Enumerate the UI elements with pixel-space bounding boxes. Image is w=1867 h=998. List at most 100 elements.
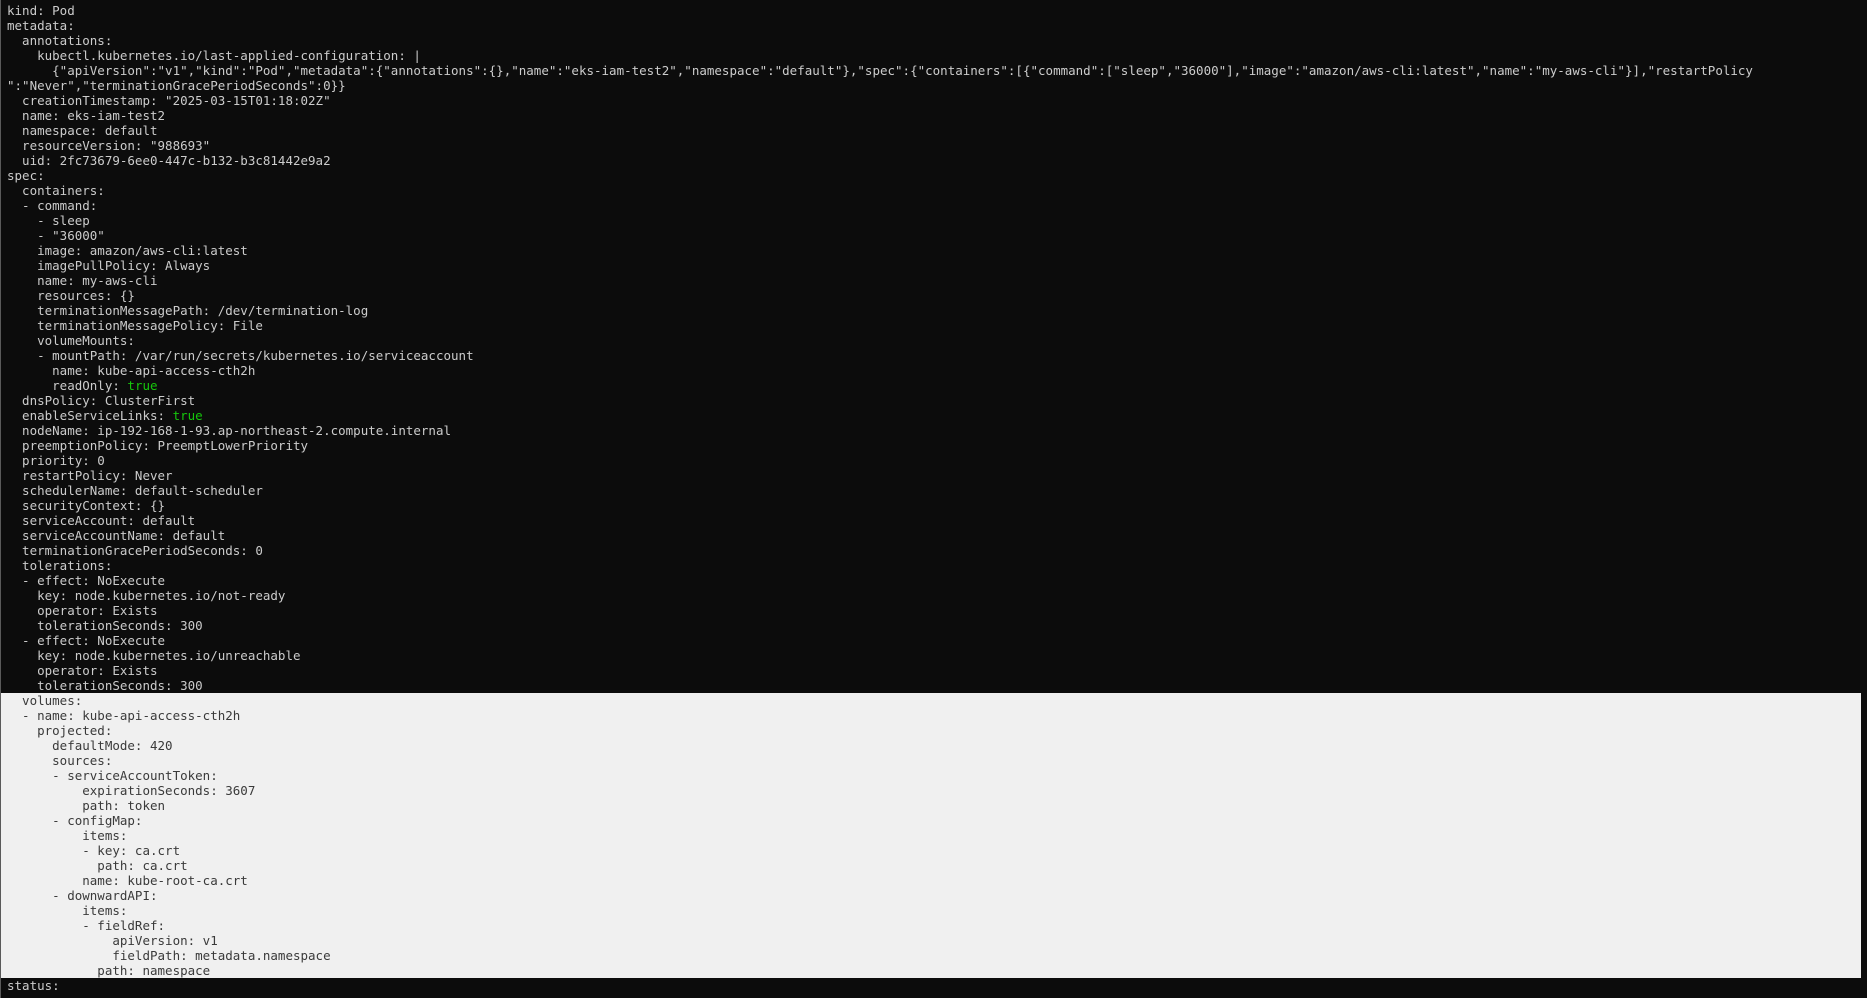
- line-text: fieldPath: metadata.namespace: [7, 948, 331, 963]
- terminal-line-selected: items:: [1, 903, 1861, 918]
- line-text: name: kube-api-access-cth2h: [7, 363, 256, 378]
- terminal-line-selected: - name: kube-api-access-cth2h: [1, 708, 1861, 723]
- terminal-line-selected: sources:: [1, 753, 1861, 768]
- line-text: serviceAccountName: default: [7, 528, 226, 543]
- terminal-line-selected: - downwardAPI:: [1, 888, 1861, 903]
- line-text: spec:: [7, 168, 45, 183]
- line-text: - fieldRef:: [7, 918, 166, 933]
- line-text: metadata:: [7, 18, 75, 33]
- line-text: name: kube-root-ca.crt: [7, 873, 248, 888]
- terminal-line: volumeMounts:: [1, 333, 1867, 348]
- terminal-line: name: kube-api-access-cth2h: [1, 363, 1867, 378]
- line-text: - command:: [7, 198, 98, 213]
- line-text: priority: 0: [7, 453, 105, 468]
- terminal-line: - command:: [1, 198, 1867, 213]
- terminal-line: image: amazon/aws-cli:latest: [1, 243, 1867, 258]
- terminal-line-selected: path: ca.crt: [1, 858, 1861, 873]
- terminal-line: - effect: NoExecute: [1, 573, 1867, 588]
- terminal-output[interactable]: kind: Pod metadata: annotations: kubectl.…: [1, 3, 1867, 993]
- line-text: tolerations:: [7, 558, 113, 573]
- line-text: - configMap:: [7, 813, 143, 828]
- line-text: enableServiceLinks:: [7, 408, 173, 423]
- line-text: volumes:: [7, 693, 83, 708]
- line-text: - name: kube-api-access-cth2h: [7, 708, 241, 723]
- terminal-line: - effect: NoExecute: [1, 633, 1867, 648]
- terminal-line: enableServiceLinks: true: [1, 408, 1867, 423]
- line-text: resourceVersion: "988693": [7, 138, 211, 153]
- line-text: ":"Never","terminationGracePeriodSeconds…: [7, 78, 346, 93]
- terminal-line: kind: Pod: [1, 3, 1867, 18]
- line-text: terminationGracePeriodSeconds: 0: [7, 543, 263, 558]
- line-text: namespace: default: [7, 123, 158, 138]
- terminal-line: dnsPolicy: ClusterFirst: [1, 393, 1867, 408]
- boolean-value: true: [172, 408, 203, 423]
- line-text: defaultMode: 420: [7, 738, 173, 753]
- terminal-line-selected: projected:: [1, 723, 1861, 738]
- line-text: - "36000": [7, 228, 105, 243]
- terminal-line: resourceVersion: "988693": [1, 138, 1867, 153]
- line-text: image: amazon/aws-cli:latest: [7, 243, 248, 258]
- line-text: schedulerName: default-scheduler: [7, 483, 263, 498]
- terminal-line: serviceAccount: default: [1, 513, 1867, 528]
- terminal-line: terminationGracePeriodSeconds: 0: [1, 543, 1867, 558]
- terminal-line: serviceAccountName: default: [1, 528, 1867, 543]
- line-text: containers:: [7, 183, 105, 198]
- terminal-line: kubectl.kubernetes.io/last-applied-confi…: [1, 48, 1867, 63]
- terminal-line: namespace: default: [1, 123, 1867, 138]
- terminal-line: metadata:: [1, 18, 1867, 33]
- line-text: dnsPolicy: ClusterFirst: [7, 393, 196, 408]
- line-text: items:: [7, 903, 128, 918]
- terminal-line: containers:: [1, 183, 1867, 198]
- line-text: operator: Exists: [7, 663, 158, 678]
- terminal-line: operator: Exists: [1, 603, 1867, 618]
- line-text: - mountPath: /var/run/secrets/kubernetes…: [7, 348, 474, 363]
- line-text: items:: [7, 828, 128, 843]
- terminal-line: securityContext: {}: [1, 498, 1867, 513]
- terminal-line: schedulerName: default-scheduler: [1, 483, 1867, 498]
- terminal-line: tolerationSeconds: 300: [1, 678, 1867, 693]
- terminal-line-selected: path: token: [1, 798, 1861, 813]
- terminal-line-selected: defaultMode: 420: [1, 738, 1861, 753]
- line-text: tolerationSeconds: 300: [7, 678, 203, 693]
- terminal-line-selected: apiVersion: v1: [1, 933, 1861, 948]
- terminal-line: operator: Exists: [1, 663, 1867, 678]
- terminal-line: resources: {}: [1, 288, 1867, 303]
- terminal-window[interactable]: kind: Pod metadata: annotations: kubectl.…: [0, 0, 1867, 998]
- line-text: - serviceAccountToken:: [7, 768, 218, 783]
- line-text: creationTimestamp: "2025-03-15T01:18:02Z…: [7, 93, 331, 108]
- line-text: readOnly:: [7, 378, 128, 393]
- line-text: - key: ca.crt: [7, 843, 181, 858]
- line-text: terminationMessagePolicy: File: [7, 318, 263, 333]
- terminal-line-selected: items:: [1, 828, 1861, 843]
- line-text: operator: Exists: [7, 603, 158, 618]
- terminal-line: tolerations:: [1, 558, 1867, 573]
- terminal-line: key: node.kubernetes.io/unreachable: [1, 648, 1867, 663]
- terminal-line: name: my-aws-cli: [1, 273, 1867, 288]
- line-text: resources: {}: [7, 288, 135, 303]
- terminal-line: - mountPath: /var/run/secrets/kubernetes…: [1, 348, 1867, 363]
- line-text: expirationSeconds: 3607: [7, 783, 256, 798]
- line-text: key: node.kubernetes.io/unreachable: [7, 648, 301, 663]
- terminal-line: readOnly: true: [1, 378, 1867, 393]
- terminal-line: imagePullPolicy: Always: [1, 258, 1867, 273]
- terminal-line: status:: [1, 978, 1867, 993]
- line-text: serviceAccount: default: [7, 513, 196, 528]
- terminal-line-selected: path: namespace: [1, 963, 1861, 978]
- line-text: - downwardAPI:: [7, 888, 158, 903]
- terminal-line-selected: fieldPath: metadata.namespace: [1, 948, 1861, 963]
- line-text: kind: Pod: [7, 3, 75, 18]
- line-text: restartPolicy: Never: [7, 468, 173, 483]
- line-text: - effect: NoExecute: [7, 633, 166, 648]
- line-text: key: node.kubernetes.io/not-ready: [7, 588, 286, 603]
- line-text: projected:: [7, 723, 113, 738]
- terminal-line: - "36000": [1, 228, 1867, 243]
- terminal-line: terminationMessagePath: /dev/termination…: [1, 303, 1867, 318]
- line-text: imagePullPolicy: Always: [7, 258, 211, 273]
- terminal-line-selected: volumes:: [1, 693, 1861, 708]
- line-text: sources:: [7, 753, 113, 768]
- line-text: path: token: [7, 798, 166, 813]
- line-text: - effect: NoExecute: [7, 573, 166, 588]
- terminal-line: nodeName: ip-192-168-1-93.ap-northeast-2…: [1, 423, 1867, 438]
- terminal-line-selected: - configMap:: [1, 813, 1861, 828]
- terminal-line: spec:: [1, 168, 1867, 183]
